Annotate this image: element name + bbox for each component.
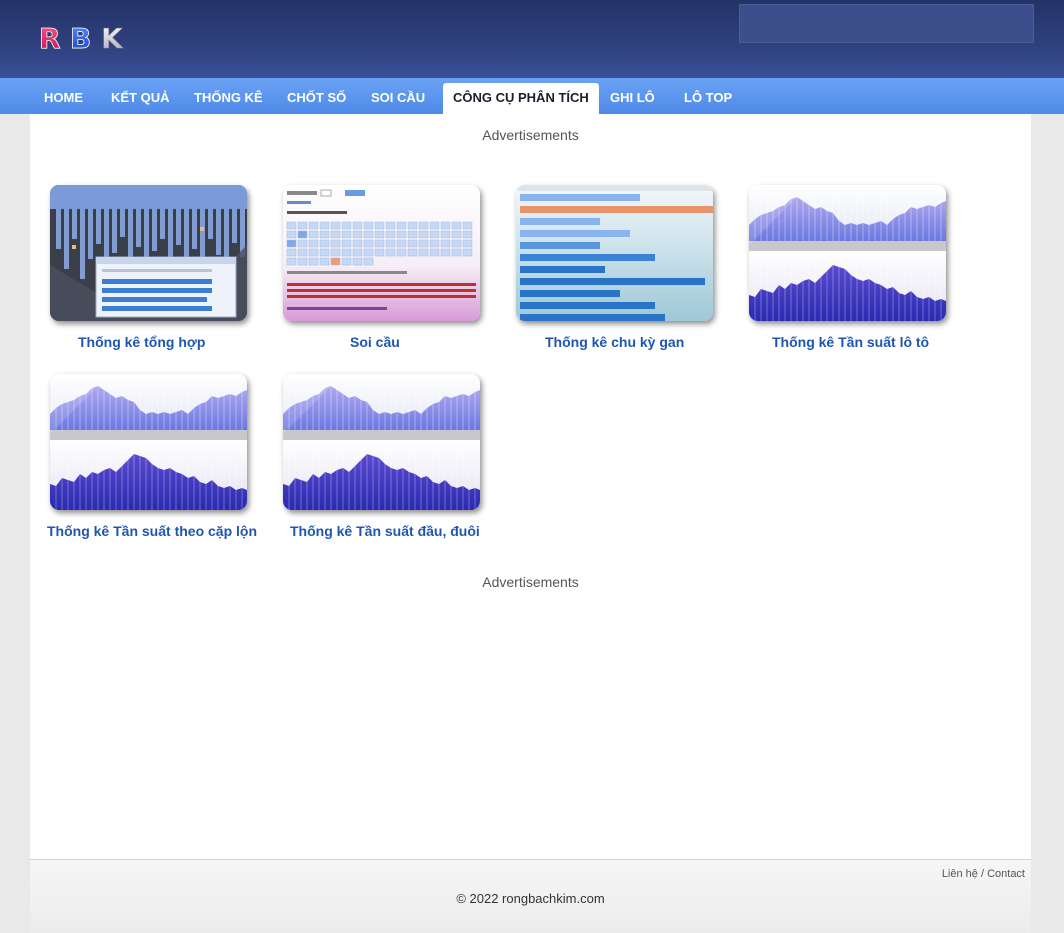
tool-thong-ke-tan-suat-lo-to[interactable]: Thống kê Tần suất lô tô xyxy=(739,185,959,355)
contact-link-en[interactable]: Contact xyxy=(987,868,1025,880)
tool-thong-ke-chu-ky-gan[interactable]: Thống kê chu kỳ gan xyxy=(506,185,726,355)
copyright: © 2022 rongbachkim.com xyxy=(456,891,605,906)
svg-text:K: K xyxy=(101,24,124,52)
tool-thong-ke-tan-suat-dau-duoi[interactable]: Thống kê Tần suất đầu, đuôi xyxy=(273,374,503,544)
tool-thumbnail xyxy=(749,185,946,321)
main-nav: HOME KẾT QUẢ THỐNG KÊ CHỐT SỐ SOI CẦU CÔ… xyxy=(0,78,1064,114)
ads-label-top: Advertisements xyxy=(482,127,579,143)
tool-thumbnail xyxy=(283,185,480,321)
contact-link-vi[interactable]: Liên hệ xyxy=(942,868,978,880)
tool-thumbnail xyxy=(50,374,247,510)
tool-soi-cau[interactable]: Soi cầu xyxy=(273,185,493,355)
tool-label[interactable]: Thống kê Tần suất theo cặp lộn xyxy=(47,523,257,539)
site-header: R B K xyxy=(0,0,1064,78)
nav-soi-cau[interactable]: SOI CẦU xyxy=(371,78,425,114)
site-footer: Liên hệ / Contact © 2022 rongbachkim.com xyxy=(30,859,1031,933)
nav-chot-so[interactable]: CHỐT SỐ xyxy=(287,78,346,114)
contact-separator: / xyxy=(977,868,988,880)
tool-thumbnail xyxy=(283,374,480,510)
tool-thong-ke-tong-hop[interactable]: Thống kê tổng hợp xyxy=(40,185,260,355)
header-banner-slot xyxy=(739,4,1034,43)
main-content: Advertisements Thống kê tổng hợp Soi cầu… xyxy=(30,114,1031,859)
tool-thumbnail xyxy=(50,185,247,321)
svg-text:B: B xyxy=(70,24,91,52)
nav-lo-top[interactable]: LÔ TOP xyxy=(684,78,732,114)
tool-label[interactable]: Thống kê Tần suất đầu, đuôi xyxy=(290,523,480,539)
tool-thumbnail xyxy=(516,185,713,321)
nav-cong-cu-phan-tich[interactable]: CÔNG CỤ PHÂN TÍCH xyxy=(443,83,599,114)
nav-thong-ke[interactable]: THỐNG KÊ xyxy=(194,78,263,114)
nav-ghi-lo[interactable]: GHI LÔ xyxy=(610,78,655,114)
tool-label[interactable]: Thống kê tổng hợp xyxy=(78,334,205,350)
svg-text:R: R xyxy=(39,24,61,52)
tool-label[interactable]: Soi cầu xyxy=(350,334,400,350)
tool-thong-ke-tan-suat-cap-lon[interactable]: Thống kê Tần suất theo cặp lộn xyxy=(40,374,270,544)
nav-ket-qua[interactable]: KẾT QUẢ xyxy=(111,78,170,114)
ads-label-bottom: Advertisements xyxy=(482,574,579,590)
tool-label[interactable]: Thống kê Tần suất lô tô xyxy=(772,334,929,350)
footer-contact: Liên hệ / Contact xyxy=(942,868,1025,880)
site-logo[interactable]: R B K xyxy=(39,22,135,56)
nav-home[interactable]: HOME xyxy=(44,78,83,114)
tool-label[interactable]: Thống kê chu kỳ gan xyxy=(545,334,684,350)
